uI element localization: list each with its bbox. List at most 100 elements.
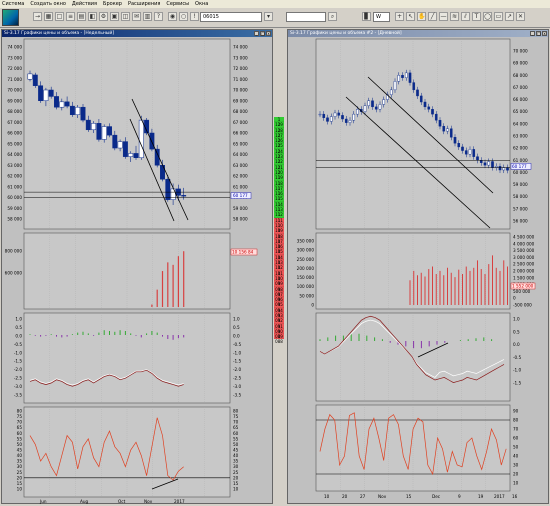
candle-body [446,128,449,132]
help-icon[interactable]: ? [154,12,163,21]
alert-icon[interactable]: ! [190,12,199,21]
list-icon[interactable]: ≡ [66,12,75,21]
axis-tick-label: 65 000 [7,141,22,146]
candle-body [367,100,371,106]
axis-tick-label: -0.5 [14,342,23,347]
close-icon[interactable]: x [542,31,547,36]
delete-tool-icon[interactable]: ✕ [516,12,525,21]
axis-tick-label: 100 000 [297,284,315,289]
disconnect-icon[interactable]: ○ [179,12,188,21]
candle-body [96,123,102,140]
right-chart-window[interactable]: Si-3.17 Графики цены и объема #2 - [Днев… [287,29,549,504]
candle-body [453,137,457,144]
menu-item[interactable]: Окна [195,1,208,7]
left-chart-canvas[interactable]: 74 000 73 000 72 000 71 000 70 000 69 000 68 0… [2,37,274,504]
axis-tick-label: 71 000 [7,77,22,82]
axis-tick-label: 61 000 [513,158,528,163]
news-icon[interactable]: ✉ [132,12,141,21]
maximize-icon[interactable]: □ [536,31,541,36]
menu-item[interactable]: Создать окно [30,1,66,7]
axis-tick-label: 75 [17,414,23,419]
menu-item[interactable]: Сервисы [166,1,189,7]
maximize-icon[interactable]: □ [260,31,265,36]
text-tool-icon[interactable]: T [472,12,481,21]
axis-tick-label: 80 [513,418,519,423]
menu-item[interactable]: Расширения [128,1,160,7]
candle-body [54,96,59,108]
line-tool-icon[interactable]: ╱ [428,12,437,21]
right-chart-canvas[interactable]: 70 000 69 000 68 000 67 000 66 000 65 000 64 0… [288,37,550,504]
connect-icon[interactable]: ◉ [168,12,177,21]
candle-body [498,166,502,171]
axis-tick-label: 61 000 [7,184,22,189]
hline-tool-icon[interactable]: — [439,12,448,21]
volume-marker-label: 1 552 000 [512,284,534,289]
axis-tick-label: -3.5 [14,393,23,398]
lock-icon[interactable]: ◫ [121,12,130,21]
chart-icon[interactable]: ▦ [44,12,53,21]
candle-body [32,74,38,86]
hand-icon[interactable]: ✋ [417,12,426,21]
candle-body [75,106,81,115]
right-chart-title: Si-3.17 Графики цены и объема #2 - [Днев… [288,30,548,37]
candle-body [438,120,442,127]
axis-tick-label: 4 500 000 [513,235,535,240]
axis-tick-label: 59 000 [233,206,248,211]
x-axis-label: Nov [144,499,153,504]
menu-item[interactable]: Система [2,1,24,7]
close-icon[interactable]: x [266,31,271,36]
ellipse-tool-icon[interactable]: ◯ [483,12,492,21]
chart-type-icon[interactable]: ▊ [362,12,371,21]
crosshair-icon[interactable]: + [395,12,404,21]
settings-icon[interactable]: ⚙ [99,12,108,21]
axis-tick-label: -1.0 [513,368,522,373]
search-input[interactable] [286,12,326,22]
axis-tick-label: -1.0 [14,350,23,355]
candle-body [344,118,348,123]
arrow-tool-icon[interactable]: ↗ [505,12,514,21]
axis-tick-label: 500 000 [513,289,531,294]
axis-tick-label: 65 000 [233,141,248,146]
table-icon[interactable]: ▤ [77,12,86,21]
arrow-right-icon[interactable]: → [33,12,42,21]
symbol-input[interactable]: 06015 [200,12,262,22]
axis-tick-label: 90 [513,409,519,414]
axis-tick-label: 62 000 [233,174,248,179]
order-book-column[interactable]: 1 1291 1281 1271 1261 1251 1241 1231 122… [274,117,284,390]
axis-tick-label: 62 000 [7,174,22,179]
period-select[interactable]: W [373,12,390,22]
search-icon[interactable]: ⌕ [328,12,337,21]
candle-body [487,161,491,166]
menu-item[interactable]: Действия [72,1,97,7]
axis-tick-label: 60 000 [513,170,528,175]
left-chart-window[interactable]: Si-3.17 Графики цены и объема - [Недельн… [1,29,273,504]
candle-body [468,149,472,155]
print-icon[interactable]: ▣ [110,12,119,21]
candle-body [412,82,416,91]
minimize-icon[interactable]: _ [254,31,259,36]
axis-tick-label: 150 000 [297,275,315,280]
axis-tick-label: 20 [233,475,239,480]
minimize-icon[interactable]: _ [530,31,535,36]
axis-tick-label: 2 000 000 [513,269,535,274]
rect-tool-icon[interactable]: ▭ [494,12,503,21]
candle-body [419,95,423,103]
calc-icon[interactable]: ▥ [143,12,152,21]
cursor-icon[interactable]: ↖ [406,12,415,21]
axis-tick-label: -0.5 [513,355,522,360]
axis-tick-label: 5 000 000 [233,37,255,38]
menu-item[interactable]: Брокер [103,1,122,7]
order-icon[interactable]: ◧ [88,12,97,21]
axis-tick-label: 1 500 000 [513,275,535,280]
axis-tick-label: 70 [513,427,519,432]
channel-tool-icon[interactable]: ⫽ [461,12,470,21]
axis-tick-label: 63 000 [233,163,248,168]
fibo-tool-icon[interactable]: ≋ [450,12,459,21]
axis-tick-label: 30 [17,464,23,469]
chevron-down-icon[interactable]: ▾ [264,12,273,21]
candle-body [457,143,461,148]
axis-tick-label: 64 000 [233,152,248,157]
candle-body [322,113,326,118]
axis-tick-label: 300 000 [297,248,315,253]
window-icon[interactable]: □ [55,12,64,21]
